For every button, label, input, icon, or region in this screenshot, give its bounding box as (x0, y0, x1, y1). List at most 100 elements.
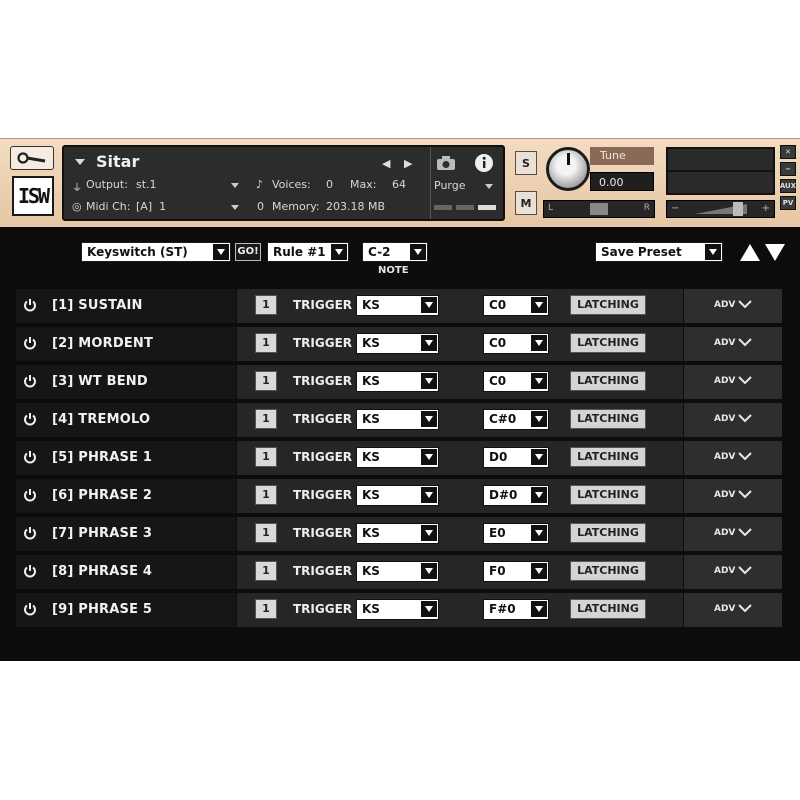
trigger-type-dropdown-icon[interactable] (421, 487, 437, 503)
trigger-note-select[interactable]: C0 (483, 295, 549, 316)
adv-label[interactable]: ADV (714, 452, 735, 462)
latching-button[interactable]: LATCHING (570, 523, 646, 543)
power-icon[interactable] (23, 336, 37, 350)
trigger-type-dropdown-icon[interactable] (421, 335, 437, 351)
prev-instrument-icon[interactable]: ◀ (382, 157, 390, 170)
tune-value[interactable]: 0.00 (590, 172, 654, 191)
trigger-type-dropdown-icon[interactable] (421, 449, 437, 465)
minimize-icon[interactable]: − (780, 162, 796, 176)
group-number-box[interactable]: 1 (255, 371, 277, 391)
trigger-type-select[interactable]: KS (356, 485, 439, 506)
arrow-up-icon[interactable] (740, 244, 760, 261)
midi-dropdown-icon[interactable] (231, 205, 239, 210)
trigger-note-dropdown-icon[interactable] (531, 601, 547, 617)
latching-button[interactable]: LATCHING (570, 371, 646, 391)
trigger-note-select[interactable]: C0 (483, 371, 549, 392)
trigger-note-select[interactable]: D0 (483, 447, 549, 468)
go-button[interactable]: GO! (235, 243, 261, 261)
trigger-type-select[interactable]: KS (356, 447, 439, 468)
adv-label[interactable]: ADV (714, 376, 735, 386)
power-icon[interactable] (23, 450, 37, 464)
power-icon[interactable] (23, 564, 37, 578)
tune-knob[interactable] (546, 147, 590, 191)
latching-button[interactable]: LATCHING (570, 561, 646, 581)
trigger-note-select[interactable]: D#0 (483, 485, 549, 506)
latching-button[interactable]: LATCHING (570, 447, 646, 467)
group-number-box[interactable]: 1 (255, 333, 277, 353)
trigger-type-dropdown-icon[interactable] (421, 525, 437, 541)
trigger-type-select[interactable]: KS (356, 333, 439, 354)
trigger-note-select[interactable]: C0 (483, 333, 549, 354)
adv-label[interactable]: ADV (714, 300, 735, 310)
chevron-down-icon[interactable] (738, 413, 752, 423)
power-icon[interactable] (23, 602, 37, 616)
max-value[interactable]: 64 (392, 178, 406, 191)
adv-label[interactable]: ADV (714, 490, 735, 500)
mode-select[interactable]: Keyswitch (ST) (81, 242, 231, 262)
pan-slider[interactable]: L R (543, 200, 655, 218)
power-icon[interactable] (23, 412, 37, 426)
chevron-down-icon[interactable] (738, 527, 752, 537)
power-icon[interactable] (23, 374, 37, 388)
instrument-name[interactable]: Sitar (96, 152, 139, 171)
rule-select[interactable]: Rule #1 (267, 242, 349, 262)
latching-button[interactable]: LATCHING (570, 599, 646, 619)
next-instrument-icon[interactable]: ▶ (404, 157, 412, 170)
power-icon[interactable] (23, 526, 37, 540)
trigger-type-dropdown-icon[interactable] (421, 411, 437, 427)
preset-dropdown-icon[interactable] (705, 244, 721, 260)
adv-label[interactable]: ADV (714, 338, 735, 348)
group-number-box[interactable]: 1 (255, 599, 277, 619)
group-number-box[interactable]: 1 (255, 561, 277, 581)
mute-button[interactable]: M (515, 191, 537, 215)
chevron-down-icon[interactable] (738, 451, 752, 461)
volume-handle[interactable] (733, 202, 743, 216)
trigger-type-select[interactable]: KS (356, 409, 439, 430)
trigger-note-dropdown-icon[interactable] (531, 525, 547, 541)
pv-button[interactable]: PV (780, 196, 796, 210)
trigger-note-dropdown-icon[interactable] (531, 335, 547, 351)
trigger-note-dropdown-icon[interactable] (531, 487, 547, 503)
info-icon[interactable] (474, 153, 494, 173)
group-number-box[interactable]: 1 (255, 523, 277, 543)
adv-label[interactable]: ADV (714, 528, 735, 538)
trigger-type-select[interactable]: KS (356, 523, 439, 544)
adv-label[interactable]: ADV (714, 604, 735, 614)
note-select[interactable]: C-2 (362, 242, 428, 262)
chevron-down-icon[interactable] (738, 489, 752, 499)
chevron-down-icon[interactable] (738, 565, 752, 575)
trigger-note-dropdown-icon[interactable] (531, 297, 547, 313)
arrow-down-icon[interactable] (765, 244, 785, 261)
trigger-note-dropdown-icon[interactable] (531, 563, 547, 579)
chevron-down-icon[interactable] (738, 375, 752, 385)
trigger-type-select[interactable]: KS (356, 561, 439, 582)
group-number-box[interactable]: 1 (255, 447, 277, 467)
group-number-box[interactable]: 1 (255, 485, 277, 505)
close-icon[interactable]: ✕ (780, 145, 796, 159)
group-number-box[interactable]: 1 (255, 409, 277, 429)
trigger-type-select[interactable]: KS (356, 295, 439, 316)
pan-handle[interactable] (590, 203, 608, 215)
note-dropdown-icon[interactable] (410, 244, 426, 260)
mode-dropdown-icon[interactable] (213, 244, 229, 260)
solo-button[interactable]: S (515, 151, 537, 175)
trigger-type-dropdown-icon[interactable] (421, 563, 437, 579)
trigger-note-select[interactable]: F#0 (483, 599, 549, 620)
adv-label[interactable]: ADV (714, 566, 735, 576)
latching-button[interactable]: LATCHING (570, 409, 646, 429)
trigger-type-select[interactable]: KS (356, 599, 439, 620)
chevron-down-icon[interactable] (738, 603, 752, 613)
rule-dropdown-icon[interactable] (331, 244, 347, 260)
trigger-note-dropdown-icon[interactable] (531, 449, 547, 465)
latching-button[interactable]: LATCHING (570, 485, 646, 505)
trigger-type-dropdown-icon[interactable] (421, 297, 437, 313)
volume-slider[interactable]: − + (666, 200, 775, 218)
power-icon[interactable] (23, 488, 37, 502)
midi-value[interactable]: [A] 1 (136, 200, 166, 213)
power-icon[interactable] (23, 298, 37, 312)
trigger-note-dropdown-icon[interactable] (531, 373, 547, 389)
latching-button[interactable]: LATCHING (570, 295, 646, 315)
trigger-type-dropdown-icon[interactable] (421, 373, 437, 389)
group-number-box[interactable]: 1 (255, 295, 277, 315)
purge-dropdown-icon[interactable] (485, 184, 493, 189)
